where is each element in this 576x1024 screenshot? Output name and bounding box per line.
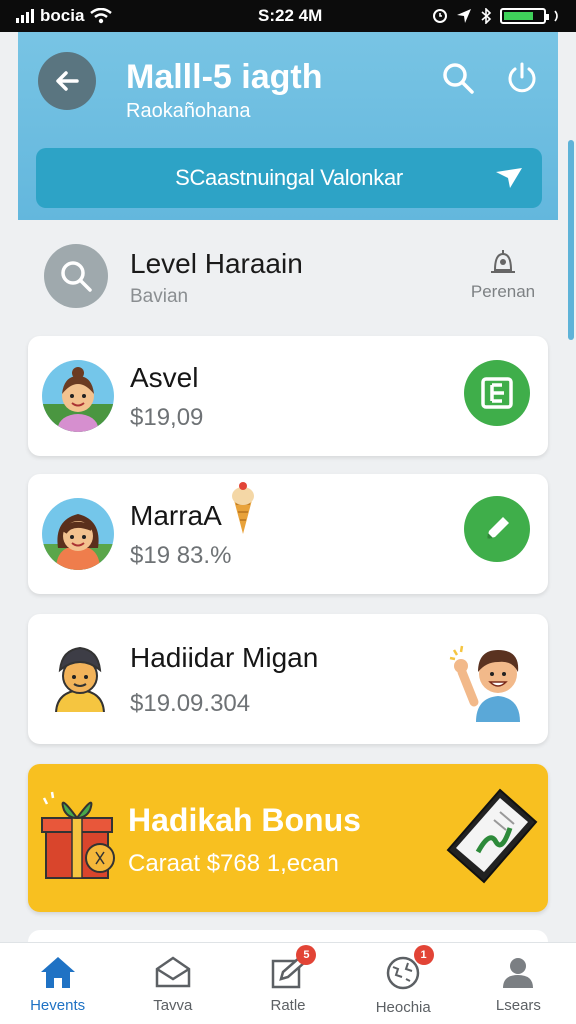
search-input[interactable]: SCaastnuingal Valonkar — [36, 165, 542, 191]
search-bar[interactable]: SCaastnuingal Valonkar — [36, 148, 542, 208]
nav-label: Ratle — [270, 997, 306, 1014]
power-button[interactable] — [502, 58, 542, 98]
contact-card-asvel[interactable]: Asvel $19,09 — [28, 336, 548, 456]
level-search-button[interactable] — [44, 244, 108, 308]
search-icon — [443, 63, 474, 94]
avatar — [42, 498, 114, 570]
app-header: Malll-5 iagth Raokañohana SCaastnuingal … — [18, 32, 558, 220]
person-label: Perenan — [470, 282, 536, 301]
bluetooth-icon — [481, 8, 492, 24]
header-search-button[interactable] — [438, 58, 478, 98]
card-name: Asvel — [130, 362, 199, 393]
page-subtitle: Raokañohana — [126, 100, 251, 122]
bonus-title: Hadikah Bonus — [128, 802, 361, 838]
nav-label: Lsears — [495, 997, 541, 1014]
bottom-nav: Hevents Tavva 5 Ratle 1 Heochia Lsears — [0, 942, 576, 1024]
bonus-banner[interactable]: Hadikah Bonus Caraat $768 1,ecan — [28, 764, 548, 912]
clock: S:22 4M — [258, 6, 323, 25]
search-icon — [61, 261, 92, 292]
nav-item-globe[interactable]: 1 Heochia — [346, 943, 461, 1024]
person-button[interactable]: Perenan — [468, 246, 538, 302]
card-action-button[interactable] — [464, 496, 530, 562]
bell-person-icon — [491, 250, 515, 273]
card-amount: $19 83.% — [130, 542, 232, 569]
nav-item-mail[interactable]: Tavva — [115, 943, 230, 1024]
status-bar: bocia S:22 4M — [0, 0, 576, 32]
back-arrow-icon — [56, 71, 79, 91]
avatar — [42, 360, 114, 432]
power-icon — [508, 62, 536, 93]
waving-person-icon — [449, 645, 520, 722]
card-action-button[interactable] — [464, 360, 530, 426]
gift-icon — [41, 791, 115, 879]
contact-card-hadiidar[interactable]: Hadiidar Migan $19.09.304 — [28, 614, 548, 744]
contact-card-marraa[interactable]: MarraA $19 83.% — [28, 474, 548, 594]
wifi-icon — [90, 8, 113, 24]
card-amount: $19,09 — [130, 404, 204, 431]
level-subtitle: Bavian — [130, 286, 189, 307]
nav-label: Hevents — [30, 997, 86, 1014]
battery-icon — [500, 8, 549, 24]
card-name: MarraA — [130, 500, 222, 531]
card-name: Hadiidar Migan — [130, 642, 319, 673]
nav-item-user[interactable]: Lsears — [461, 943, 576, 1024]
card-amount: $19.09.304 — [130, 690, 251, 717]
page-title: Malll-5 iagth — [126, 58, 323, 96]
notification-badge: 1 — [413, 945, 434, 965]
nav-item-home[interactable]: Hevents — [0, 943, 115, 1024]
back-button[interactable] — [38, 52, 96, 110]
alarm-icon — [433, 9, 447, 23]
signal-icon — [16, 9, 34, 23]
ice-cream-icon — [232, 482, 254, 534]
scrollbar[interactable] — [568, 140, 574, 340]
phone-icon — [446, 788, 538, 884]
mail-icon — [155, 956, 191, 988]
b-icon — [481, 377, 513, 409]
location-icon — [457, 9, 471, 23]
send-icon[interactable] — [494, 164, 524, 192]
pencil-icon — [487, 517, 509, 539]
level-title: Level Haraain — [130, 248, 303, 279]
more-icon — [554, 10, 558, 22]
carrier-label: bocia — [40, 6, 85, 25]
home-icon — [40, 957, 75, 988]
nav-label: Tavva — [153, 997, 193, 1014]
user-icon — [503, 958, 534, 988]
bonus-subtitle: Caraat $768 1,ecan — [128, 850, 339, 877]
nav-label: Heochia — [375, 999, 431, 1016]
notification-badge: 5 — [296, 945, 317, 965]
avatar — [44, 640, 116, 712]
level-row[interactable]: Level Haraain Bavian Perenan — [18, 234, 558, 322]
nav-item-edit[interactable]: 5 Ratle — [230, 943, 345, 1024]
